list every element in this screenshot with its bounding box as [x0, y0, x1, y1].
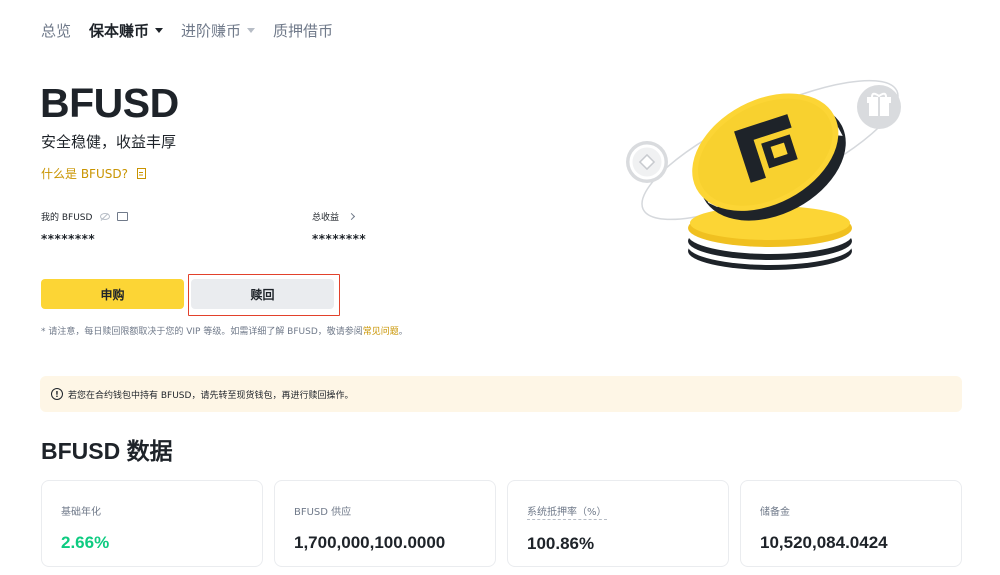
nav-item-label: 保本赚币	[89, 22, 150, 40]
stat-label[interactable]: 系统抵押率（%）	[527, 503, 607, 520]
stat-card-base-apr: 基础年化 2.66%	[41, 480, 263, 567]
nav-item-label: 质押借币	[273, 22, 334, 40]
info-icon: !	[51, 388, 63, 400]
my-bfusd-label: 我的 BFUSD	[41, 213, 93, 223]
stat-card-collateral-ratio: 系统抵押率（%） 100.86%	[507, 480, 729, 567]
top-nav: 总览 保本赚币 进阶赚币 质押借币	[41, 20, 351, 41]
my-bfusd-label-row: 我的 BFUSD	[41, 210, 129, 223]
gift-icon	[857, 85, 901, 129]
what-is-bfusd-link[interactable]: 什么是 BFUSD?	[41, 165, 146, 182]
nav-item-overview[interactable]: 总览	[41, 20, 71, 41]
notice-end: 。	[398, 327, 408, 337]
redeem-highlight-frame	[188, 274, 340, 316]
stat-card-reserves: 储备金 10,520,084.0424	[740, 480, 962, 567]
chevron-down-icon	[155, 28, 164, 33]
page-title: BFUSD	[40, 80, 179, 126]
stat-value: 100.86%	[527, 534, 595, 553]
page-subtitle: 安全稳健，收益丰厚	[41, 133, 177, 151]
stat-card-supply: BFUSD 供应 1,700,000,100.0000	[274, 480, 496, 567]
alert-text: 若您在合约钱包中持有 BFUSD，请先转至现货钱包，再进行赎回操作。	[68, 390, 354, 401]
nav-item-principal-protected[interactable]: 保本赚币	[89, 20, 164, 41]
bfusd-coin-illustration	[626, 79, 901, 270]
nav-item-loans[interactable]: 质押借币	[273, 20, 333, 41]
total-earnings-label: 总收益	[312, 213, 340, 223]
my-bfusd-value: ********	[41, 232, 96, 246]
wallet-icon[interactable]	[117, 212, 129, 221]
subscribe-button[interactable]: 申购	[41, 279, 184, 309]
nav-item-label: 总览	[41, 22, 72, 40]
redeem-notice: * 请注意，每日赎回限额取决于您的 VIP 等级。如需详细了解 BFUSD，敬请…	[41, 324, 408, 337]
stat-label: BFUSD 供应	[294, 507, 352, 518]
nav-item-label: 进阶赚币	[181, 22, 242, 40]
data-section-title: BFUSD 数据	[41, 438, 173, 464]
stat-value: 1,700,000,100.0000	[294, 533, 446, 552]
stat-value: 2.66%	[61, 533, 110, 552]
hide-balance-icon[interactable]	[100, 213, 111, 220]
stat-value: 10,520,084.0424	[760, 533, 888, 552]
total-earnings-value: ********	[312, 232, 367, 246]
nav-item-advanced-earn[interactable]: 进阶赚币	[181, 20, 256, 41]
wallet-alert-banner: ! 若您在合约钱包中持有 BFUSD，请先转至现货钱包，再进行赎回操作。	[40, 376, 962, 412]
faq-link[interactable]: 常见问题	[363, 327, 399, 337]
notice-text: * 请注意，每日赎回限额取决于您的 VIP 等级。如需详细了解 BFUSD，敬请…	[41, 327, 363, 337]
stat-label: 基础年化	[61, 507, 101, 518]
small-coin-left	[626, 141, 668, 183]
stat-label: 储备金	[760, 507, 790, 518]
total-earnings-link[interactable]: 总收益	[312, 210, 356, 223]
what-is-bfusd-label: 什么是 BFUSD?	[41, 167, 128, 181]
document-icon	[136, 168, 146, 179]
chevron-right-icon	[347, 212, 356, 221]
chevron-down-icon	[247, 28, 256, 33]
